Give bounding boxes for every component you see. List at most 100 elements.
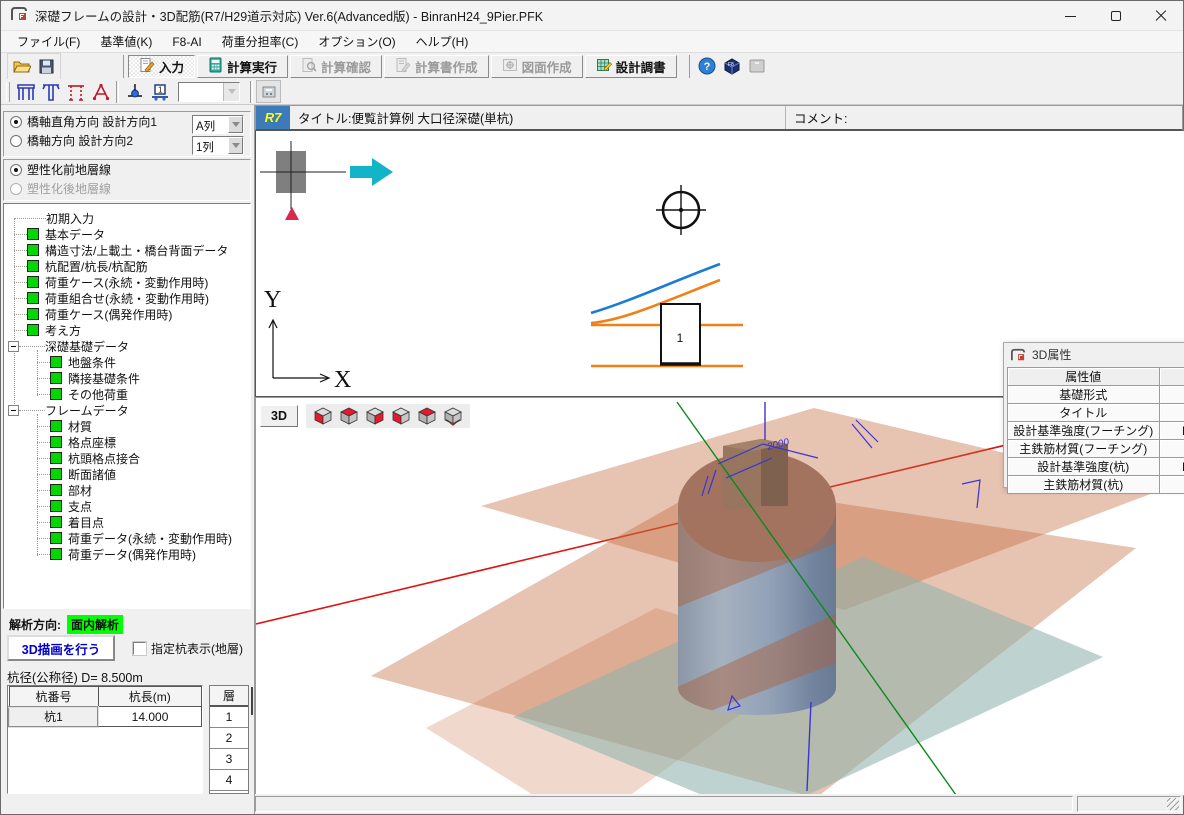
x-axis-label: X <box>334 367 351 393</box>
pile-row-header[interactable]: 杭1 <box>9 707 98 727</box>
help-icon[interactable]: ? <box>695 55 720 78</box>
tree-item-label: 杭配置/杭長/杭配筋 <box>45 258 148 275</box>
menu-item-2[interactable]: F8-AI <box>164 33 209 51</box>
menu-item-5[interactable]: ヘルプ(H) <box>408 31 477 52</box>
menu-item-1[interactable]: 基準値(K) <box>92 31 160 52</box>
toolbar-button-input-label: 入力 <box>159 57 184 76</box>
tree-item-13[interactable]: 材質 <box>4 418 250 434</box>
tree-item-20[interactable]: 荷重データ(永続・変動作用時) <box>4 530 250 546</box>
tree-node-icon <box>50 548 62 560</box>
toolbar-button-calc[interactable]: 計算実行 <box>197 55 288 78</box>
view-cube-left-icon[interactable] <box>390 406 412 426</box>
collapse-icon[interactable] <box>8 405 19 416</box>
pier-selector-arrow-icon[interactable] <box>223 83 239 101</box>
tree-node-icon <box>27 228 39 240</box>
member-node-icon[interactable]: 1 <box>147 80 172 103</box>
minimize-icon[interactable] <box>1048 1 1093 31</box>
row-selector-1-arrow-icon[interactable] <box>228 137 243 154</box>
view-cube-bottom-icon[interactable] <box>442 406 464 426</box>
tree-item-12[interactable]: フレームデータ <box>4 402 250 418</box>
tree-node-icon <box>27 244 39 256</box>
tree-item-15[interactable]: 杭頭格点接合 <box>4 450 250 466</box>
app-window: 深礎フレームの設計・3D配筋(R7/H29道示対応) Ver.6(Advance… <box>0 0 1184 815</box>
pier-hammerhead-icon[interactable] <box>38 80 63 103</box>
display-settings-button[interactable] <box>256 80 281 103</box>
resize-grip[interactable] <box>1167 798 1179 810</box>
tree-item-1[interactable]: 基本データ <box>4 226 250 242</box>
tree-item-9[interactable]: 地盤条件 <box>4 354 250 370</box>
tree-item-label: 地盤条件 <box>68 354 116 371</box>
tree-item-4[interactable]: 荷重ケース(永続・変動作用時) <box>4 274 250 290</box>
row-selector-a-arrow-icon[interactable] <box>228 116 243 133</box>
toolbar-extra-button[interactable] <box>745 55 770 78</box>
pile-region-label: 1 <box>677 331 684 345</box>
pile-display-checkbox[interactable] <box>133 642 146 655</box>
strata-radio-0[interactable] <box>10 164 22 176</box>
pile-table-row: 杭114.000 <box>9 707 202 727</box>
maximize-icon[interactable] <box>1093 1 1138 31</box>
support-node-icon[interactable]: 1 <box>122 80 147 103</box>
view-cube-left-icon[interactable] <box>312 406 334 426</box>
row-selector-1[interactable]: 1列 <box>192 136 244 155</box>
tree-item-3[interactable]: 杭配置/杭長/杭配筋 <box>4 258 250 274</box>
layer-cell-1[interactable]: 2 <box>210 728 248 749</box>
tree-item-10[interactable]: 隣接基礎条件 <box>4 370 250 386</box>
tree-item-label: 構造寸法/上載土・橋台背面データ <box>45 242 228 259</box>
strata-label-1: 塑性化後地層線 <box>27 180 111 197</box>
tree-node-icon <box>50 388 62 400</box>
view-cube-top-icon[interactable] <box>338 406 360 426</box>
view-cube-right-icon[interactable] <box>364 406 386 426</box>
tree-item-8[interactable]: 深礎基礎データ <box>4 338 250 354</box>
tree-item-14[interactable]: 格点座標 <box>4 434 250 450</box>
open-file-icon[interactable] <box>9 55 34 78</box>
tree-item-0[interactable]: 初期入力 <box>4 210 250 226</box>
tree-item-2[interactable]: 構造寸法/上載土・橋台背面データ <box>4 242 250 258</box>
tree-item-7[interactable]: 考え方 <box>4 322 250 338</box>
layer-cell-2[interactable]: 3 <box>210 749 248 770</box>
layer-cell-3[interactable]: 4 <box>210 770 248 791</box>
main-header: R7 タイトル:便覧計算例 大口径深礎(単杭) コメント: <box>255 105 1183 131</box>
pier-portal-icon[interactable] <box>13 80 38 103</box>
attr-panel-3d[interactable]: 3D属性 属性値単位値基礎形式-----深礎基礎タイトル-----便覧計算例 大… <box>1003 342 1184 488</box>
layer-cell-4[interactable]: - <box>210 791 248 794</box>
tree-item-19[interactable]: 着目点 <box>4 514 250 530</box>
attr-panel-icon <box>1010 348 1026 362</box>
status-message-cell <box>255 796 1073 812</box>
pier-aframe-red-icon[interactable] <box>88 80 113 103</box>
layer-cell-0[interactable]: 1 <box>210 707 248 728</box>
toolbar-button-input[interactable]: 入力 <box>128 55 195 78</box>
tree-item-17[interactable]: 部材 <box>4 482 250 498</box>
menu-item-0[interactable]: ファイル(F) <box>9 31 88 52</box>
crosshair-marker <box>656 185 706 235</box>
tree-item-6[interactable]: 荷重ケース(偶発作用時) <box>4 306 250 322</box>
view-3d-button[interactable]: 3D <box>260 405 298 427</box>
r7-tab[interactable]: R7 <box>256 106 290 129</box>
attr-unit-cell: ----- <box>1159 476 1184 494</box>
pile-table: 杭番号杭長(m)杭114.000 <box>8 686 202 728</box>
collapse-icon[interactable] <box>8 341 19 352</box>
direction-radio-1[interactable] <box>10 135 22 147</box>
toolbar-button-sheet[interactable]: 設計調書 <box>585 55 677 78</box>
tree-item-18[interactable]: 支点 <box>4 498 250 514</box>
pile-length-cell[interactable]: 14.000 <box>98 707 201 727</box>
f8-3d-box-icon[interactable]: F8 <box>720 55 745 78</box>
menu-item-4[interactable]: オプション(O) <box>310 31 403 52</box>
save-file-icon[interactable] <box>34 55 59 78</box>
tree-item-16[interactable]: 断面諸値 <box>4 466 250 482</box>
view-cube-top-icon[interactable] <box>416 406 438 426</box>
row-selector-a[interactable]: A列 <box>192 115 244 134</box>
attr-panel-titlebar[interactable]: 3D属性 <box>1004 343 1184 366</box>
pier-frame-red-icon[interactable] <box>63 80 88 103</box>
direction-radio-0[interactable] <box>10 116 22 128</box>
close-icon[interactable] <box>1138 1 1183 31</box>
tree-item-label: 支点 <box>68 498 92 515</box>
pier-selector-dropdown[interactable] <box>178 82 240 102</box>
attr-name-cell: タイトル <box>1008 404 1160 422</box>
layer-scrollbar[interactable] <box>251 687 253 715</box>
menu-item-3[interactable]: 荷重分担率(C) <box>214 31 307 52</box>
tree-item-21[interactable]: 荷重データ(偶発作用時) <box>4 546 250 562</box>
draw-3d-button[interactable]: 3D描画を行う <box>7 635 115 661</box>
tree-item-5[interactable]: 荷重組合せ(永続・変動作用時) <box>4 290 250 306</box>
tree-item-11[interactable]: その他荷重 <box>4 386 250 402</box>
tree-node-icon <box>50 468 62 480</box>
